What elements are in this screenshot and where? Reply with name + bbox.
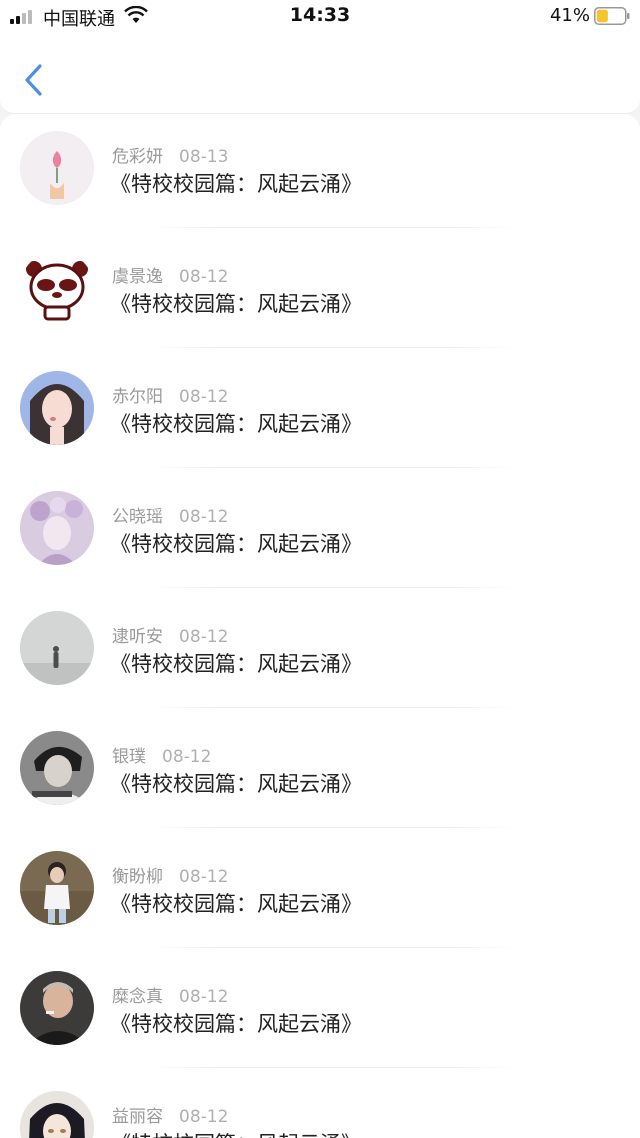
avatar[interactable] [20, 491, 94, 565]
list-item[interactable]: 虞景逸 08-12 《特校校园篇：风起云涌》 [0, 234, 640, 354]
clock: 14:33 [289, 4, 351, 26]
comment-date: 08-12 [179, 987, 229, 1007]
avatar[interactable] [20, 851, 94, 925]
comment-date: 08-12 [179, 387, 229, 407]
battery-percentage: 41% [549, 5, 590, 26]
divider [150, 227, 520, 228]
user-name[interactable]: 虞景逸 [112, 267, 163, 287]
comment-title[interactable]: 《特校校园篇：风起云涌》 [110, 768, 362, 798]
avatar[interactable] [20, 371, 94, 445]
comment-meta: 衡盼柳 08-12 [112, 862, 228, 887]
comment-meta: 危彩妍 08-13 [112, 142, 228, 167]
user-name[interactable]: 危彩妍 [112, 147, 163, 167]
comment-meta: 虞景逸 08-12 [112, 262, 228, 287]
comment-date: 08-12 [179, 507, 229, 527]
avatar[interactable] [20, 731, 94, 805]
comment-list: 危彩妍 08-13 《特校校园篇：风起云涌》 虞景逸 08-12 《特校校园篇：风起… [0, 114, 640, 1138]
divider [150, 347, 520, 348]
list-item[interactable]: 危彩妍 08-13 《特校校园篇：风起云涌》 [0, 114, 640, 234]
comment-date: 08-12 [179, 1107, 229, 1127]
user-name[interactable]: 公晓瑶 [112, 507, 163, 527]
comment-title[interactable]: 《特校校园篇：风起云涌》 [110, 408, 362, 438]
comment-date: 08-12 [179, 867, 229, 887]
comment-title[interactable]: 《特校校园篇：风起云涌》 [110, 1008, 362, 1038]
list-item[interactable]: 银璞 08-12 《特校校园篇：风起云涌》 [0, 714, 640, 834]
comment-title[interactable]: 《特校校园篇：风起云涌》 [110, 1128, 362, 1138]
comment-date: 08-12 [179, 267, 229, 287]
avatar[interactable] [20, 1091, 94, 1138]
divider [150, 947, 520, 948]
list-item[interactable]: 衡盼柳 08-12 《特校校园篇：风起云涌》 [0, 834, 640, 954]
divider [150, 467, 520, 468]
list-item[interactable]: 公晓瑶 08-12 《特校校园篇：风起云涌》 [0, 474, 640, 594]
user-name[interactable]: 赤尔阳 [112, 387, 163, 407]
divider [150, 707, 520, 708]
user-name[interactable]: 益丽容 [112, 1107, 163, 1127]
comment-meta: 公晓瑶 08-12 [112, 502, 228, 527]
divider [150, 827, 520, 828]
divider [150, 587, 520, 588]
status-bar: 中国联通 14:33 41% [0, 0, 640, 34]
comment-date: 08-12 [179, 627, 229, 647]
list-item[interactable]: 糜念真 08-12 《特校校园篇：风起云涌》 [0, 954, 640, 1074]
list-item[interactable]: 逮听安 08-12 《特校校园篇：风起云涌》 [0, 594, 640, 714]
comment-date: 08-12 [162, 747, 212, 767]
avatar[interactable] [20, 131, 94, 205]
navigation-bar [0, 34, 640, 114]
user-name[interactable]: 逮听安 [112, 627, 163, 647]
user-name[interactable]: 衡盼柳 [112, 867, 163, 887]
comment-meta: 银璞 08-12 [112, 742, 211, 767]
comment-meta: 逮听安 08-12 [112, 622, 228, 647]
comment-date: 08-13 [179, 147, 229, 167]
comment-title[interactable]: 《特校校园篇：风起云涌》 [110, 168, 362, 198]
comment-title[interactable]: 《特校校园篇：风起云涌》 [110, 288, 362, 318]
comment-title[interactable]: 《特校校园篇：风起云涌》 [110, 528, 362, 558]
avatar[interactable] [20, 251, 94, 325]
user-name[interactable]: 糜念真 [112, 987, 163, 1007]
comment-title[interactable]: 《特校校园篇：风起云涌》 [110, 888, 362, 918]
comment-meta: 赤尔阳 08-12 [112, 382, 228, 407]
comment-meta: 糜念真 08-12 [112, 982, 228, 1007]
user-name[interactable]: 银璞 [112, 747, 146, 767]
avatar[interactable] [20, 971, 94, 1045]
battery-icon [594, 7, 630, 25]
comment-meta: 益丽容 08-12 [112, 1102, 228, 1127]
avatar[interactable] [20, 611, 94, 685]
list-item[interactable]: 益丽容 08-12 《特校校园篇：风起云涌》 [0, 1074, 640, 1138]
list-item[interactable]: 赤尔阳 08-12 《特校校园篇：风起云涌》 [0, 354, 640, 474]
back-button-chevron-left-icon[interactable] [22, 62, 46, 98]
comment-title[interactable]: 《特校校园篇：风起云涌》 [110, 648, 362, 678]
divider [150, 1067, 520, 1068]
